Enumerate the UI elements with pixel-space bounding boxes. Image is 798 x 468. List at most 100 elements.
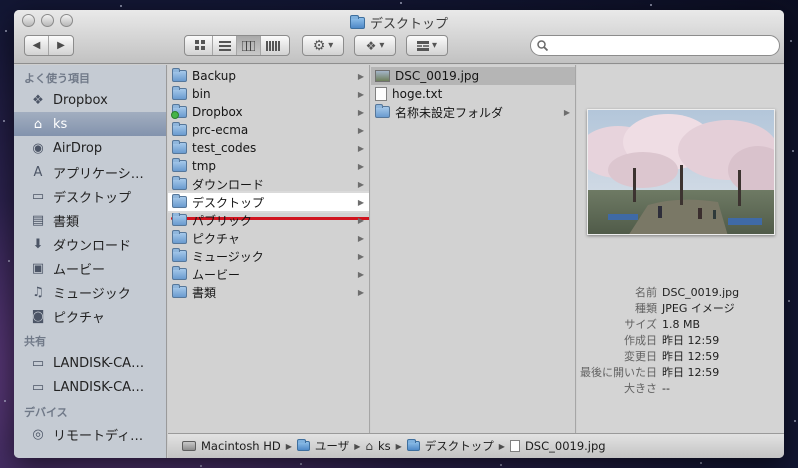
search-icon [537, 40, 548, 51]
disclosure-arrow-icon: ▶ [357, 197, 364, 207]
list-item[interactable]: prc-ecma ▶ [168, 121, 369, 139]
list-view-button[interactable] [213, 36, 237, 55]
list-item[interactable]: パブリック ▶ [168, 211, 369, 229]
back-button[interactable]: ◀ [25, 36, 49, 55]
star-decoration [400, 2, 402, 4]
folder-icon [172, 68, 187, 82]
info-value: 昨日 12:59 [662, 366, 720, 379]
list-item[interactable]: ムービー ▶ [168, 265, 369, 283]
star-decoration [120, 5, 122, 7]
folder-icon [172, 140, 187, 154]
folder-icon [172, 266, 187, 280]
sidebar-item-label: LANDISK-CA… [53, 379, 145, 395]
pictures-icon: ◙ [31, 308, 45, 324]
sidebar-item-downloads[interactable]: ⬇ ダウンロード [14, 232, 166, 256]
list-item[interactable]: Backup ▶ [168, 67, 369, 85]
info-row: サイズ 1.8 MB [577, 316, 784, 332]
disclosure-arrow-icon: ▶ [357, 233, 364, 243]
column-home: Backup ▶ bin ▶ Dropbox ▶ prc-ecma ▶ test_cod… [168, 65, 370, 433]
search-input[interactable] [552, 39, 779, 52]
chevron-down-icon: ▾ [431, 40, 438, 51]
home-icon: ⌂ [365, 439, 373, 453]
info-value: 昨日 12:59 [662, 334, 720, 347]
path-segment[interactable]: ks [378, 439, 391, 453]
info-value: 1.8 MB [662, 317, 701, 331]
star-decoration [792, 150, 794, 152]
list-item[interactable]: 名称未設定フォルダ ▶ [371, 103, 575, 121]
list-item-selected[interactable]: デスクトップ ▶ [168, 191, 369, 213]
coverflow-view-button[interactable] [261, 36, 285, 55]
sidebar-item-applications[interactable]: A アプリケーシ… [14, 160, 166, 184]
sidebar-section-shared: 共有 ▭ LANDISK-CA… ▭ LANDISK-CA… [14, 328, 166, 399]
desktop-icon: ▭ [31, 188, 45, 204]
folder-icon [172, 248, 187, 262]
item-label: ムービー [192, 267, 241, 282]
list-item[interactable]: 書類 ▶ [168, 283, 369, 301]
list-item[interactable]: ダウンロード ▶ [168, 175, 369, 193]
sidebar-item-music[interactable]: ♫ ミュージック [14, 280, 166, 304]
coverflow-view-icon [266, 40, 280, 51]
folder-sync-icon [171, 104, 187, 119]
list-item[interactable]: ミュージック ▶ [168, 247, 369, 265]
sidebar-item-remote-disc[interactable]: ◎ リモートディ… [14, 422, 166, 446]
path-segment[interactable]: Macintosh HD [201, 439, 281, 453]
icon-view-icon [195, 40, 205, 50]
list-item-selected[interactable]: DSC_0019.jpg [371, 67, 575, 85]
star-decoration [794, 420, 796, 422]
info-value: 昨日 12:59 [662, 350, 720, 363]
folder-icon [172, 194, 187, 208]
window-title-label: デスクトップ [369, 17, 448, 32]
arrange-menu-button[interactable]: ▾ [406, 35, 448, 56]
list-item[interactable]: Dropbox ▶ [168, 103, 369, 121]
sidebar-section-favorites: よく使う項目 ❖ Dropbox ⌂ ks ◉ AirDrop A アプリケーシ… [14, 65, 166, 328]
list-item[interactable]: bin ▶ [168, 85, 369, 103]
sidebar-item-dropbox[interactable]: ❖ Dropbox [14, 88, 166, 112]
folder-icon [375, 104, 390, 118]
info-key: 変更日 [624, 350, 657, 363]
search-field[interactable] [530, 35, 780, 56]
sidebar-item-desktop[interactable]: ▭ デスクトップ [14, 184, 166, 208]
airdrop-icon: ◉ [32, 140, 44, 156]
titlebar: デスクトップ ◀ ▶ ⚙ ▾ ❖ ▾ ▾ [14, 10, 784, 64]
sidebar-item-ks[interactable]: ⌂ ks [14, 112, 166, 136]
sidebar-item-label: Dropbox [53, 92, 108, 108]
star-decoration [650, 4, 652, 6]
list-item[interactable]: ピクチャ ▶ [168, 229, 369, 247]
path-segment[interactable]: デスクトップ [425, 438, 494, 454]
dropbox-menu-button[interactable]: ❖ ▾ [354, 35, 396, 56]
item-label: DSC_0019.jpg [395, 69, 480, 83]
icon-view-button[interactable] [189, 36, 213, 55]
star-decoration [790, 40, 792, 42]
sidebar-item-airdrop[interactable]: ◉ AirDrop [14, 136, 166, 160]
image-preview [587, 109, 775, 235]
disclosure-arrow-icon: ▶ [357, 107, 364, 117]
documents-icon: ▤ [31, 212, 45, 228]
sidebar-item-pictures[interactable]: ◙ ピクチャ [14, 304, 166, 328]
path-segment[interactable]: DSC_0019.jpg [525, 439, 606, 453]
folder-icon [172, 230, 187, 244]
info-row: 最後に開いた日 昨日 12:59 [577, 364, 784, 380]
disclosure-arrow-icon: ▶ [357, 161, 364, 171]
sidebar-item-label: 書類 [53, 214, 80, 230]
disclosure-arrow-icon: ▶ [357, 125, 364, 135]
disclosure-arrow-icon: ▶ [357, 179, 364, 189]
sidebar-item-movies[interactable]: ▣ ムービー [14, 256, 166, 280]
action-menu-button[interactable]: ⚙ ▾ [302, 35, 344, 56]
finder-window: デスクトップ ◀ ▶ ⚙ ▾ ❖ ▾ ▾ よく使う項目 ❖ Dropbox ⌂ … [14, 10, 784, 458]
disclosure-arrow-icon: ▶ [357, 269, 364, 279]
folder-icon [172, 176, 187, 190]
list-view-icon [218, 40, 231, 51]
path-separator-icon: ▶ [354, 441, 361, 451]
item-label: tmp [192, 159, 217, 173]
sidebar-item-landisk-1[interactable]: ▭ LANDISK-CA… [14, 351, 166, 375]
disclosure-arrow-icon: ▶ [357, 215, 364, 225]
path-segment[interactable]: ユーザ [315, 438, 349, 454]
sidebar-item-documents[interactable]: ▤ 書類 [14, 208, 166, 232]
column-view-button[interactable] [237, 36, 261, 55]
forward-button[interactable]: ▶ [49, 36, 73, 55]
list-item[interactable]: tmp ▶ [168, 157, 369, 175]
list-item[interactable]: test_codes ▶ [168, 139, 369, 157]
sidebar-item-landisk-2[interactable]: ▭ LANDISK-CA… [14, 375, 166, 399]
list-item[interactable]: hoge.txt [371, 85, 575, 103]
star-decoration [200, 465, 202, 467]
